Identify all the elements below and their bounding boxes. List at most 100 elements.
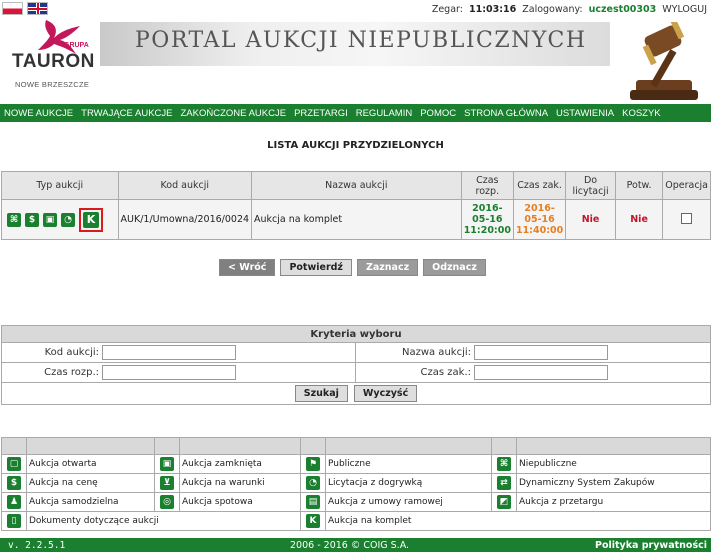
nav-ongoing-auctions[interactable]: TRWAJĄCE AUKCJE — [81, 108, 172, 119]
col-end: Czas zak. — [512, 171, 567, 200]
spot-icon: ◎ — [160, 495, 174, 509]
operation-cell — [662, 199, 711, 240]
legend-icon-cell: $ — [1, 473, 27, 493]
legend-icon-cell: K — [300, 511, 326, 531]
deselect-all-button[interactable]: Odznacz — [423, 259, 486, 276]
legend-head-cell — [516, 437, 711, 455]
end-label: Czas zak.: — [420, 367, 471, 378]
legend-set: Aukcja na komplet — [325, 511, 711, 531]
legend-open: Aukcja otwarta — [26, 454, 155, 474]
criteria-end-cell: Czas zak.: — [356, 363, 710, 382]
legend-framework: Aukcja z umowy ramowej — [325, 492, 492, 512]
header: GRUPA TAURON NOWE BRZESZCZE PORTAL AUKCJ… — [0, 0, 711, 104]
legend-head-cell — [1, 437, 27, 455]
criteria-start-cell: Czas rozp.: — [2, 363, 356, 382]
logout-link[interactable]: WYLOGUJ — [662, 4, 707, 15]
nav-settings[interactable]: USTAWIENIA — [556, 108, 614, 119]
legend-terms: Aukcja na warunki — [179, 473, 301, 493]
main-nav: NOWE AUKCJE TRWAJĄCE AUKCJE ZAKOŃCZONE A… — [0, 104, 711, 122]
legend-row: $ Aukcja na cenę ⊻ Aukcja na warunki ◔ L… — [1, 473, 711, 493]
type-icons-cell: ⌘ $ ▣ ◔ K — [1, 199, 119, 240]
legend-icon-cell: ⚑ — [300, 454, 326, 474]
legend-extra: Licytacja z dogrywką — [325, 473, 492, 493]
nav-home[interactable]: STRONA GŁÓWNA — [464, 108, 548, 119]
legend-icon-cell: ♟ — [1, 492, 27, 512]
clear-button[interactable]: Wyczyść — [353, 385, 418, 402]
action-buttons: < Wróć Potwierdź Zaznacz Odznacz — [219, 259, 486, 276]
set-k-icon: K — [83, 211, 99, 228]
code-input[interactable] — [102, 345, 236, 360]
auction-name[interactable]: Aukcja na komplet — [251, 199, 462, 240]
flag-icon: ⚑ — [306, 457, 320, 471]
legend-icon-cell: ▣ — [154, 454, 180, 474]
legend-head-cell — [491, 437, 517, 455]
document-icon: ▯ — [7, 514, 21, 528]
legend-icon-cell: ◎ — [154, 492, 180, 512]
table-header-row: Typ aukcji Kod aukcji Nazwa aukcji Czas … — [1, 171, 711, 200]
auction-bidding: Nie — [565, 199, 616, 240]
legend-row: ♟ Aukcja samodzielna ◎ Aukcja spotowa ▤ … — [1, 492, 711, 512]
name-input[interactable] — [474, 345, 608, 360]
select-all-button[interactable]: Zaznacz — [356, 259, 419, 276]
start-input[interactable] — [102, 365, 236, 380]
logo-name-text: TAURON — [12, 51, 95, 72]
clock-label: Zegar: — [431, 4, 463, 15]
extra-time-icon: ◔ — [61, 212, 75, 227]
tender-icon: ◩ — [497, 495, 511, 509]
end-input[interactable] — [474, 365, 608, 380]
closed-lock-icon: ▣ — [43, 212, 57, 227]
nav-help[interactable]: POMOC — [420, 108, 456, 119]
legend-icon-cell: ◔ — [300, 473, 326, 493]
nonpublic-icon: ⌘ — [497, 457, 511, 471]
row-checkbox[interactable] — [681, 212, 693, 224]
user-label: Zalogowany: — [522, 4, 583, 15]
portal-title: PORTAL AUKCJI NIEPUBLICZNYCH — [135, 28, 587, 53]
legend-header-row — [1, 437, 711, 455]
nav-finished-auctions[interactable]: ZAKOŃCZONE AUKCJE — [180, 108, 286, 119]
privacy-link[interactable]: Polityka prywatności — [595, 540, 707, 551]
price-icon: $ — [7, 476, 21, 490]
search-button[interactable]: Szukaj — [294, 385, 348, 402]
col-type: Typ aukcji — [1, 171, 119, 200]
nav-new-auctions[interactable]: NOWE AUKCJE — [4, 108, 73, 119]
legend-icon-cell: ▯ — [1, 511, 27, 531]
legend-icon-cell: ⇄ — [491, 473, 517, 493]
col-start: Czas rozp. — [460, 171, 514, 200]
criteria-row-1: Kod aukcji: Nazwa aukcji: — [2, 343, 710, 363]
dsz-icon: ⇄ — [497, 476, 511, 490]
col-name: Nazwa aukcji — [251, 171, 462, 200]
col-operation: Operacja — [662, 171, 711, 200]
col-code: Kod aukcji — [117, 171, 253, 200]
cart-icon: ⊻ — [160, 476, 174, 490]
legend-head-cell — [325, 437, 492, 455]
nav-cart[interactable]: KOSZYK — [622, 108, 661, 119]
legend-row: ▯ Dokumenty dotyczące aukcji K Aukcja na… — [1, 511, 711, 531]
search-criteria: Kryteria wyboru Kod aukcji: Nazwa aukcji… — [1, 325, 711, 405]
nav-tenders[interactable]: PRZETARGI — [294, 108, 348, 119]
confirm-button[interactable]: Potwierdź — [280, 259, 352, 276]
table-row[interactable]: ⌘ $ ▣ ◔ K AUK/1/Umowna/2016/0024 Aukcja … — [1, 199, 711, 240]
code-label: Kod aukcji: — [44, 347, 99, 358]
back-button[interactable]: < Wróć — [219, 259, 276, 276]
legend-head-cell — [300, 437, 326, 455]
criteria-title: Kryteria wyboru — [2, 326, 710, 343]
legend-spot: Aukcja spotowa — [179, 492, 301, 512]
logo-city-text: NOWE BRZESZCZE — [15, 80, 90, 89]
nav-rules[interactable]: REGULAMIN — [356, 108, 412, 119]
legend-public: Publiczne — [325, 454, 492, 474]
copyright-text: 2006 - 2016 © COIG S.A. — [290, 539, 410, 551]
legend-icon-cell: ▤ — [300, 492, 326, 512]
legend-icon-cell: ◩ — [491, 492, 517, 512]
criteria-actions: Szukaj Wyczyść — [2, 383, 710, 404]
auction-code[interactable]: AUK/1/Umowna/2016/0024 — [117, 199, 253, 240]
set-k-icon: K — [306, 514, 320, 528]
criteria-name-cell: Nazwa aukcji: — [356, 343, 710, 362]
set-icon-highlight: K — [79, 207, 103, 232]
top-status-bar: Zegar: 11:03:16 Zalogowany: uczest00303 … — [432, 4, 707, 15]
legend-price: Aukcja na cenę — [26, 473, 155, 493]
legend-icon-cell: ▢ — [1, 454, 27, 474]
legend-head-cell — [154, 437, 180, 455]
extra-time-icon: ◔ — [306, 476, 320, 490]
legend-icon-cell: ⌘ — [491, 454, 517, 474]
logo-grupa-text: GRUPA — [64, 42, 89, 49]
